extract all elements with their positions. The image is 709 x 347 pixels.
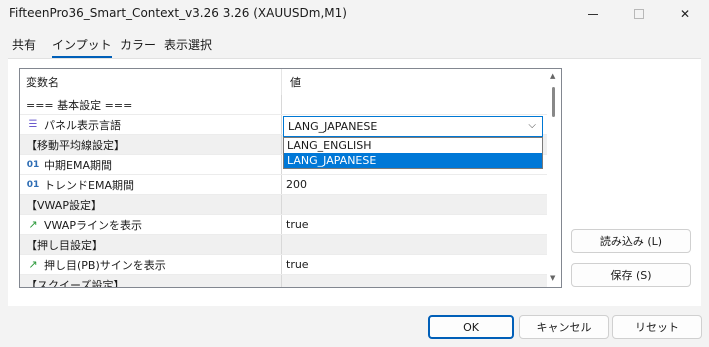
parameter-name: トレンドEMA期間 xyxy=(44,178,134,192)
parameter-name-cell: 【VWAP設定】 xyxy=(20,195,282,214)
parameter-value-cell[interactable]: true xyxy=(282,215,547,234)
parameter-name: 【VWAP設定】 xyxy=(26,198,102,212)
group-row[interactable]: 【押し目設定】 xyxy=(20,235,547,255)
bool-icon: ↗ xyxy=(28,218,38,231)
save-button[interactable]: 保存 (S) xyxy=(571,263,691,287)
close-button[interactable]: ✕ xyxy=(662,0,708,28)
ok-button[interactable]: OK xyxy=(428,315,514,339)
window-title: FifteenPro36_Smart_Context_v3.26 3.26 (X… xyxy=(9,6,347,20)
parameter-name: === 基本設定 === xyxy=(26,98,133,112)
scroll-up-icon[interactable]: ▲ xyxy=(550,72,555,80)
group-row[interactable]: 【VWAP設定】 xyxy=(20,195,547,215)
parameter-row[interactable]: 01 トレンドEMA期間 200 xyxy=(20,175,547,195)
enum-icon: ☰ xyxy=(28,119,38,130)
grid-header: 変数名 値 xyxy=(20,69,547,95)
chevron-down-icon[interactable]: ⌵ xyxy=(528,120,536,131)
maximize-button[interactable] xyxy=(616,0,662,28)
close-icon: ✕ xyxy=(679,7,691,21)
parameter-name-cell: ☰ パネル表示言語 xyxy=(20,115,282,134)
scroll-down-icon[interactable]: ▼ xyxy=(550,274,555,282)
parameter-name: 押し目(PB)サインを表示 xyxy=(44,258,166,272)
input-parameters-grid[interactable]: 変数名 値 === 基本設定 === ☰ パネル表示言語 LANG_JAPANESE 【… xyxy=(19,68,562,288)
parameter-name: VWAPラインを表示 xyxy=(44,218,142,232)
tab-inputs[interactable]: インプット xyxy=(52,36,112,58)
group-row[interactable]: 【スクイーズ設定】 xyxy=(20,275,547,288)
reset-button[interactable]: リセット xyxy=(612,315,702,339)
column-header-value[interactable]: 値 xyxy=(282,69,547,95)
parameter-row[interactable]: ↗ 押し目(PB)サインを表示 true xyxy=(20,255,547,275)
number-icon: 01 xyxy=(26,159,40,170)
number-icon: 01 xyxy=(26,179,40,190)
parameter-name-cell: ↗ 押し目(PB)サインを表示 xyxy=(20,255,282,274)
language-select[interactable]: LANG_JAPANESE ⌵ xyxy=(283,116,543,137)
parameter-name-cell: 【スクイーズ設定】 xyxy=(20,275,282,288)
parameter-name-cell: 01 トレンドEMA期間 xyxy=(20,175,282,194)
parameter-value-cell[interactable] xyxy=(282,95,547,114)
tab-common[interactable]: 共有 xyxy=(12,36,36,58)
parameter-value-cell[interactable] xyxy=(282,275,547,287)
bool-icon: ↗ xyxy=(28,258,38,271)
parameter-name-cell: 【押し目設定】 xyxy=(20,235,282,254)
parameter-name-cell: 【移動平均線設定】 xyxy=(20,135,282,154)
vertical-scrollbar[interactable]: ▲ ▼ xyxy=(547,69,561,287)
parameter-name-cell: === 基本設定 === xyxy=(20,95,282,114)
parameter-name: 【スクイーズ設定】 xyxy=(26,278,125,288)
cancel-button[interactable]: キャンセル xyxy=(519,315,609,339)
dropdown-option-english[interactable]: LANG_ENGLISH xyxy=(284,138,542,153)
parameter-value-cell[interactable] xyxy=(282,235,547,254)
column-header-name[interactable]: 変数名 xyxy=(20,69,282,95)
language-dropdown-list: LANG_ENGLISH LANG_JAPANESE xyxy=(283,137,543,169)
tab-colors[interactable]: カラー xyxy=(120,36,156,58)
dropdown-option-japanese[interactable]: LANG_JAPANESE xyxy=(284,153,542,168)
load-button[interactable]: 読み込み (L) xyxy=(571,229,691,253)
maximize-icon xyxy=(634,9,644,19)
minimize-icon xyxy=(588,13,598,15)
parameter-value-cell[interactable]: true xyxy=(282,255,547,274)
parameter-name: 【移動平均線設定】 xyxy=(26,138,125,152)
language-select-value: LANG_JAPANESE xyxy=(288,120,378,133)
scroll-thumb[interactable] xyxy=(552,87,555,117)
parameter-name-cell: 01 中期EMA期間 xyxy=(20,155,282,174)
parameter-value-cell[interactable]: 200 xyxy=(282,175,547,194)
parameter-row[interactable]: ↗ VWAPラインを表示 true xyxy=(20,215,547,235)
parameter-name: 【押し目設定】 xyxy=(26,238,103,252)
parameter-name: 中期EMA期間 xyxy=(44,158,112,172)
tab-visualization[interactable]: 表示選択 xyxy=(164,36,212,58)
minimize-button[interactable] xyxy=(570,0,616,28)
parameter-name: パネル表示言語 xyxy=(44,118,121,132)
title-bar: FifteenPro36_Smart_Context_v3.26 3.26 (X… xyxy=(0,0,709,28)
parameter-name-cell: ↗ VWAPラインを表示 xyxy=(20,215,282,234)
parameter-value-cell[interactable] xyxy=(282,195,547,214)
group-row[interactable]: === 基本設定 === xyxy=(20,95,547,115)
